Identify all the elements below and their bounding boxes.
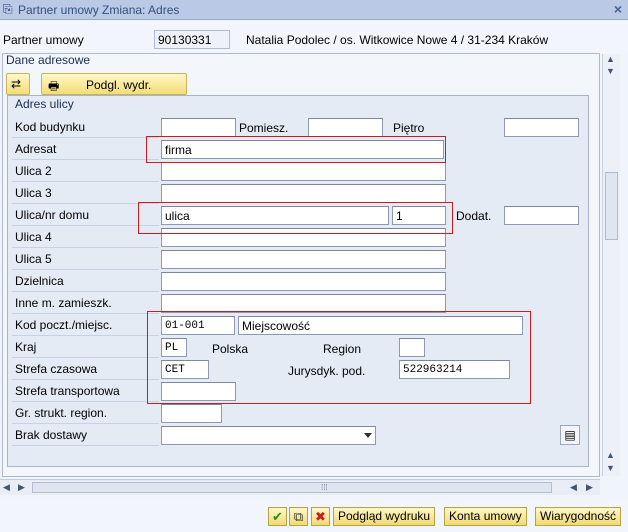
chevron-down-icon[interactable]	[364, 433, 372, 438]
pietro-input[interactable]	[504, 118, 579, 137]
copy-icon[interactable]: ⧉	[289, 507, 308, 526]
ulica4-label: Ulica 4	[12, 228, 159, 248]
scroll-track[interactable]: ⁞⁞⁞	[32, 482, 552, 493]
strefa-transportowa-label: Strefa transportowa	[12, 382, 159, 402]
region-input[interactable]	[399, 338, 425, 357]
structure-group-input[interactable]	[161, 404, 222, 423]
gr-strukt-label: Gr. strukt. region.	[12, 404, 159, 424]
adresat-label: Adresat	[12, 140, 159, 160]
scroll-right-small-icon[interactable]: ◀	[570, 482, 577, 493]
print-preview-button[interactable]: 🖶 Podgl. wydr.	[41, 73, 187, 95]
scroll-up-small-icon[interactable]: ▼	[606, 66, 615, 76]
jurysdyk-label: Jurysdyk. pod.	[288, 364, 366, 378]
ulica3-input[interactable]	[161, 184, 446, 203]
close-icon[interactable]: ×	[614, 1, 622, 17]
grip-icon: ⁞⁞⁞	[321, 483, 328, 492]
country-name: Polska	[212, 342, 249, 356]
postal-code-input[interactable]: 01-001	[161, 316, 235, 335]
print-preview-label: Podgl. wydr.	[86, 78, 152, 92]
inne-input[interactable]	[161, 294, 446, 313]
switch-icon: ⇄	[11, 77, 22, 91]
partner-description: Natalia Podolec / os. Witkowice Nowe 4 /…	[246, 33, 549, 47]
document-icon[interactable]: ▤	[560, 425, 580, 445]
kod-budynku-label: Kod budynku	[12, 118, 159, 138]
house-number-input[interactable]: 1	[392, 206, 446, 225]
strefa-czasowa-label: Strefa czasowa	[12, 360, 159, 380]
check-icon[interactable]: ✔	[268, 507, 287, 526]
ulica5-input[interactable]	[161, 250, 446, 269]
pomiesz-label: Pomiesz.	[239, 121, 289, 135]
ulica3-label: Ulica 3	[12, 184, 159, 204]
brak-dostawy-label: Brak dostawy	[12, 426, 159, 446]
dodat-input[interactable]	[504, 206, 579, 225]
ulica-nr-label: Ulica/nr domu	[12, 206, 159, 226]
cancel-icon[interactable]: ✖	[311, 507, 330, 526]
window-icon: ⎘	[3, 2, 13, 16]
scroll-thumb[interactable]	[605, 172, 618, 240]
title-bar: ⎘ Partner umowy Zmiana: Adres ×	[0, 0, 628, 20]
scroll-down-icon[interactable]: ▼	[606, 463, 615, 473]
tax-jurisdiction-input[interactable]: 522963214	[399, 360, 510, 379]
group-title: Adres ulicy	[15, 97, 74, 111]
footer-bar: ✔ ⧉ ✖ Podgląd wydruku Konta umowy Wiaryg…	[0, 500, 628, 532]
adresat-input[interactable]: firma	[161, 140, 444, 159]
pomiesz-input[interactable]	[308, 118, 383, 137]
kraj-label: Kraj	[12, 338, 159, 358]
vertical-scrollbar[interactable]: ▲ ▼ ▲ ▼	[602, 54, 620, 476]
contract-accounts-button[interactable]: Konta umowy	[444, 507, 527, 526]
ulica2-input[interactable]	[161, 162, 446, 181]
scroll-right-icon[interactable]: ▶	[586, 482, 593, 493]
horizontal-scrollbar[interactable]: ◀ ▶ ⁞⁞⁞ ◀ ▶	[0, 479, 600, 495]
no-delivery-dropdown[interactable]	[161, 426, 376, 445]
partner-label: Partner umowy	[3, 33, 84, 47]
scroll-up-icon[interactable]: ▲	[606, 54, 615, 64]
print-preview-footer-button[interactable]: Podgląd wydruku	[333, 507, 436, 526]
window-title: Partner umowy Zmiana: Adres	[18, 3, 180, 17]
scroll-left-small-icon[interactable]: ▶	[18, 482, 25, 493]
scroll-down-small-icon[interactable]: ▲	[606, 450, 615, 460]
country-code-input[interactable]: PL	[161, 338, 187, 357]
scroll-left-icon[interactable]: ◀	[3, 482, 10, 493]
kod-poczt-label: Kod poczt./miejsc.	[12, 316, 159, 336]
pietro-label: Piętro	[393, 121, 425, 135]
inne-label: Inne m. zamieszk.	[12, 294, 159, 314]
credibility-button[interactable]: Wiarygodność	[535, 507, 622, 526]
dzielnica-input[interactable]	[161, 272, 446, 291]
partner-id-field: 90130331	[154, 30, 230, 49]
dzielnica-label: Dzielnica	[12, 272, 159, 292]
ulica4-input[interactable]	[161, 228, 446, 247]
ulica2-label: Ulica 2	[12, 162, 159, 182]
ulica5-label: Ulica 5	[12, 250, 159, 270]
kod-budynku-input[interactable]	[161, 118, 236, 137]
region-label: Region	[323, 342, 362, 356]
street-input[interactable]: ulica	[161, 206, 389, 225]
switch-view-button[interactable]: ⇄	[6, 73, 30, 95]
city-input[interactable]: Miejscowość	[238, 316, 523, 335]
time-zone-input[interactable]: CET	[161, 360, 209, 379]
dodat-label: Dodat.	[456, 209, 492, 223]
section-title: Dane adresowe	[6, 53, 91, 67]
transport-zone-input[interactable]	[161, 382, 236, 401]
